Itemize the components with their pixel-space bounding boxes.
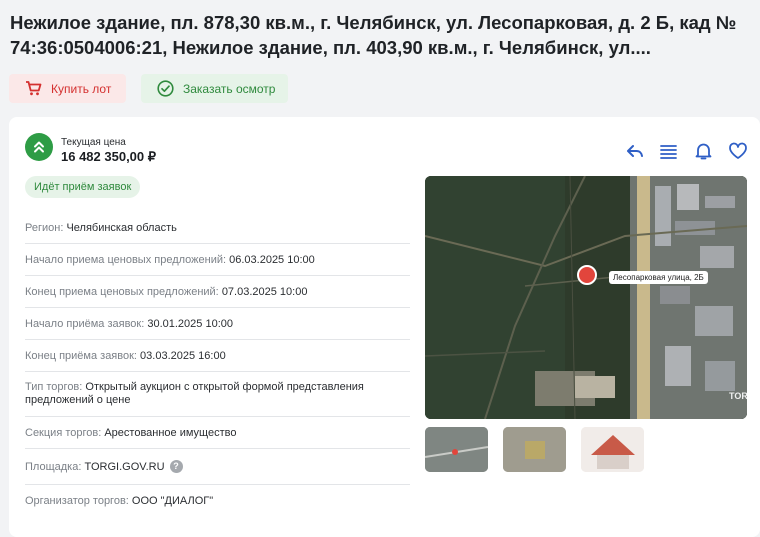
detail-value: Челябинская область	[66, 221, 177, 234]
detail-key: Конец приема ценовых предложений:	[25, 285, 219, 298]
detail-row-platform: Площадка: TORGI.GOV.RU ?	[25, 449, 410, 485]
favorite-button[interactable]	[728, 141, 748, 161]
detail-value: 07.03.2025 10:00	[221, 285, 308, 298]
lot-card: Текущая цена 16 482 350,00 ₽ Идёт приём …	[9, 117, 760, 537]
detail-key: Секция торгов:	[25, 426, 102, 439]
order-inspection-label: Заказать осмотр	[183, 81, 276, 96]
share-button[interactable]	[626, 141, 644, 161]
detail-row-section: Секция торгов: Арестованное имущество	[25, 417, 410, 449]
detail-key: Начало приема ценовых предложений:	[25, 253, 227, 266]
detail-row-application-end: Конец приёма заявок: 03.03.2025 16:00	[25, 340, 410, 372]
help-icon[interactable]: ?	[169, 460, 183, 473]
detail-key: Организатор торгов:	[25, 495, 129, 507]
chevron-up-icon	[25, 133, 53, 161]
detail-row-bid-end: Конец приема ценовых предложений: 07.03.…	[25, 276, 410, 308]
detail-row-organizer: Организатор торгов: ООО "ДИАЛОГ"	[25, 485, 410, 517]
detail-value: TORGI.GOV.RU	[84, 460, 165, 473]
thumbnail-property[interactable]	[581, 427, 644, 472]
order-inspection-button[interactable]: Заказать осмотр	[141, 74, 288, 103]
detail-row-region: Регион: Челябинская область	[25, 212, 410, 244]
detail-value: ООО "ДИАЛОГ"	[131, 495, 214, 507]
price-value: 16 482 350,00 ₽	[61, 149, 157, 164]
heart-icon	[729, 142, 747, 159]
list-icon	[660, 144, 677, 159]
detail-value: 03.03.2025 16:00	[140, 349, 226, 362]
detail-row-bid-start: Начало приема ценовых предложений: 06.03…	[25, 244, 410, 276]
detail-key: Конец приёма заявок:	[25, 349, 137, 362]
thumbnail-map[interactable]	[425, 427, 488, 472]
detail-row-application-start: Начало приёма заявок: 30.01.2025 10:00	[25, 308, 410, 340]
detail-key: Начало приёма заявок:	[25, 317, 145, 330]
map-pin-icon[interactable]	[577, 265, 597, 285]
status-badge: Идёт приём заявок	[25, 176, 141, 198]
check-circle-icon	[157, 80, 174, 97]
detail-row-auction-type: Тип торгов: Открытый аукцион с открытой …	[25, 372, 410, 417]
detail-key: Тип торгов:	[25, 381, 83, 393]
detail-value: Арестованное имущество	[104, 426, 237, 439]
detail-value: 30.01.2025 10:00	[147, 317, 233, 330]
map-view[interactable]: Лесопарковая улица, 2Б TORGI	[425, 176, 747, 419]
cart-icon	[26, 81, 42, 96]
buy-lot-button[interactable]: Купить лот	[9, 74, 126, 103]
map-pin-label: Лесопарковая улица, 2Б	[609, 271, 708, 284]
detail-value: 06.03.2025 10:00	[229, 253, 315, 266]
share-icon	[627, 145, 643, 157]
bell-icon	[695, 143, 712, 160]
detail-key: Регион:	[25, 221, 64, 234]
thumbnail-satellite[interactable]	[503, 427, 566, 472]
lot-details: Регион: Челябинская область Начало прием…	[25, 212, 410, 517]
page-title: Нежилое здание, пл. 878,30 кв.м., г. Чел…	[10, 12, 737, 58]
price-label: Текущая цена	[61, 137, 126, 148]
list-button[interactable]	[660, 141, 677, 161]
detail-key: Площадка:	[25, 460, 82, 473]
buy-lot-label: Купить лот	[51, 81, 112, 96]
map-watermark: TORGI	[729, 391, 747, 401]
notify-button[interactable]	[695, 141, 712, 161]
